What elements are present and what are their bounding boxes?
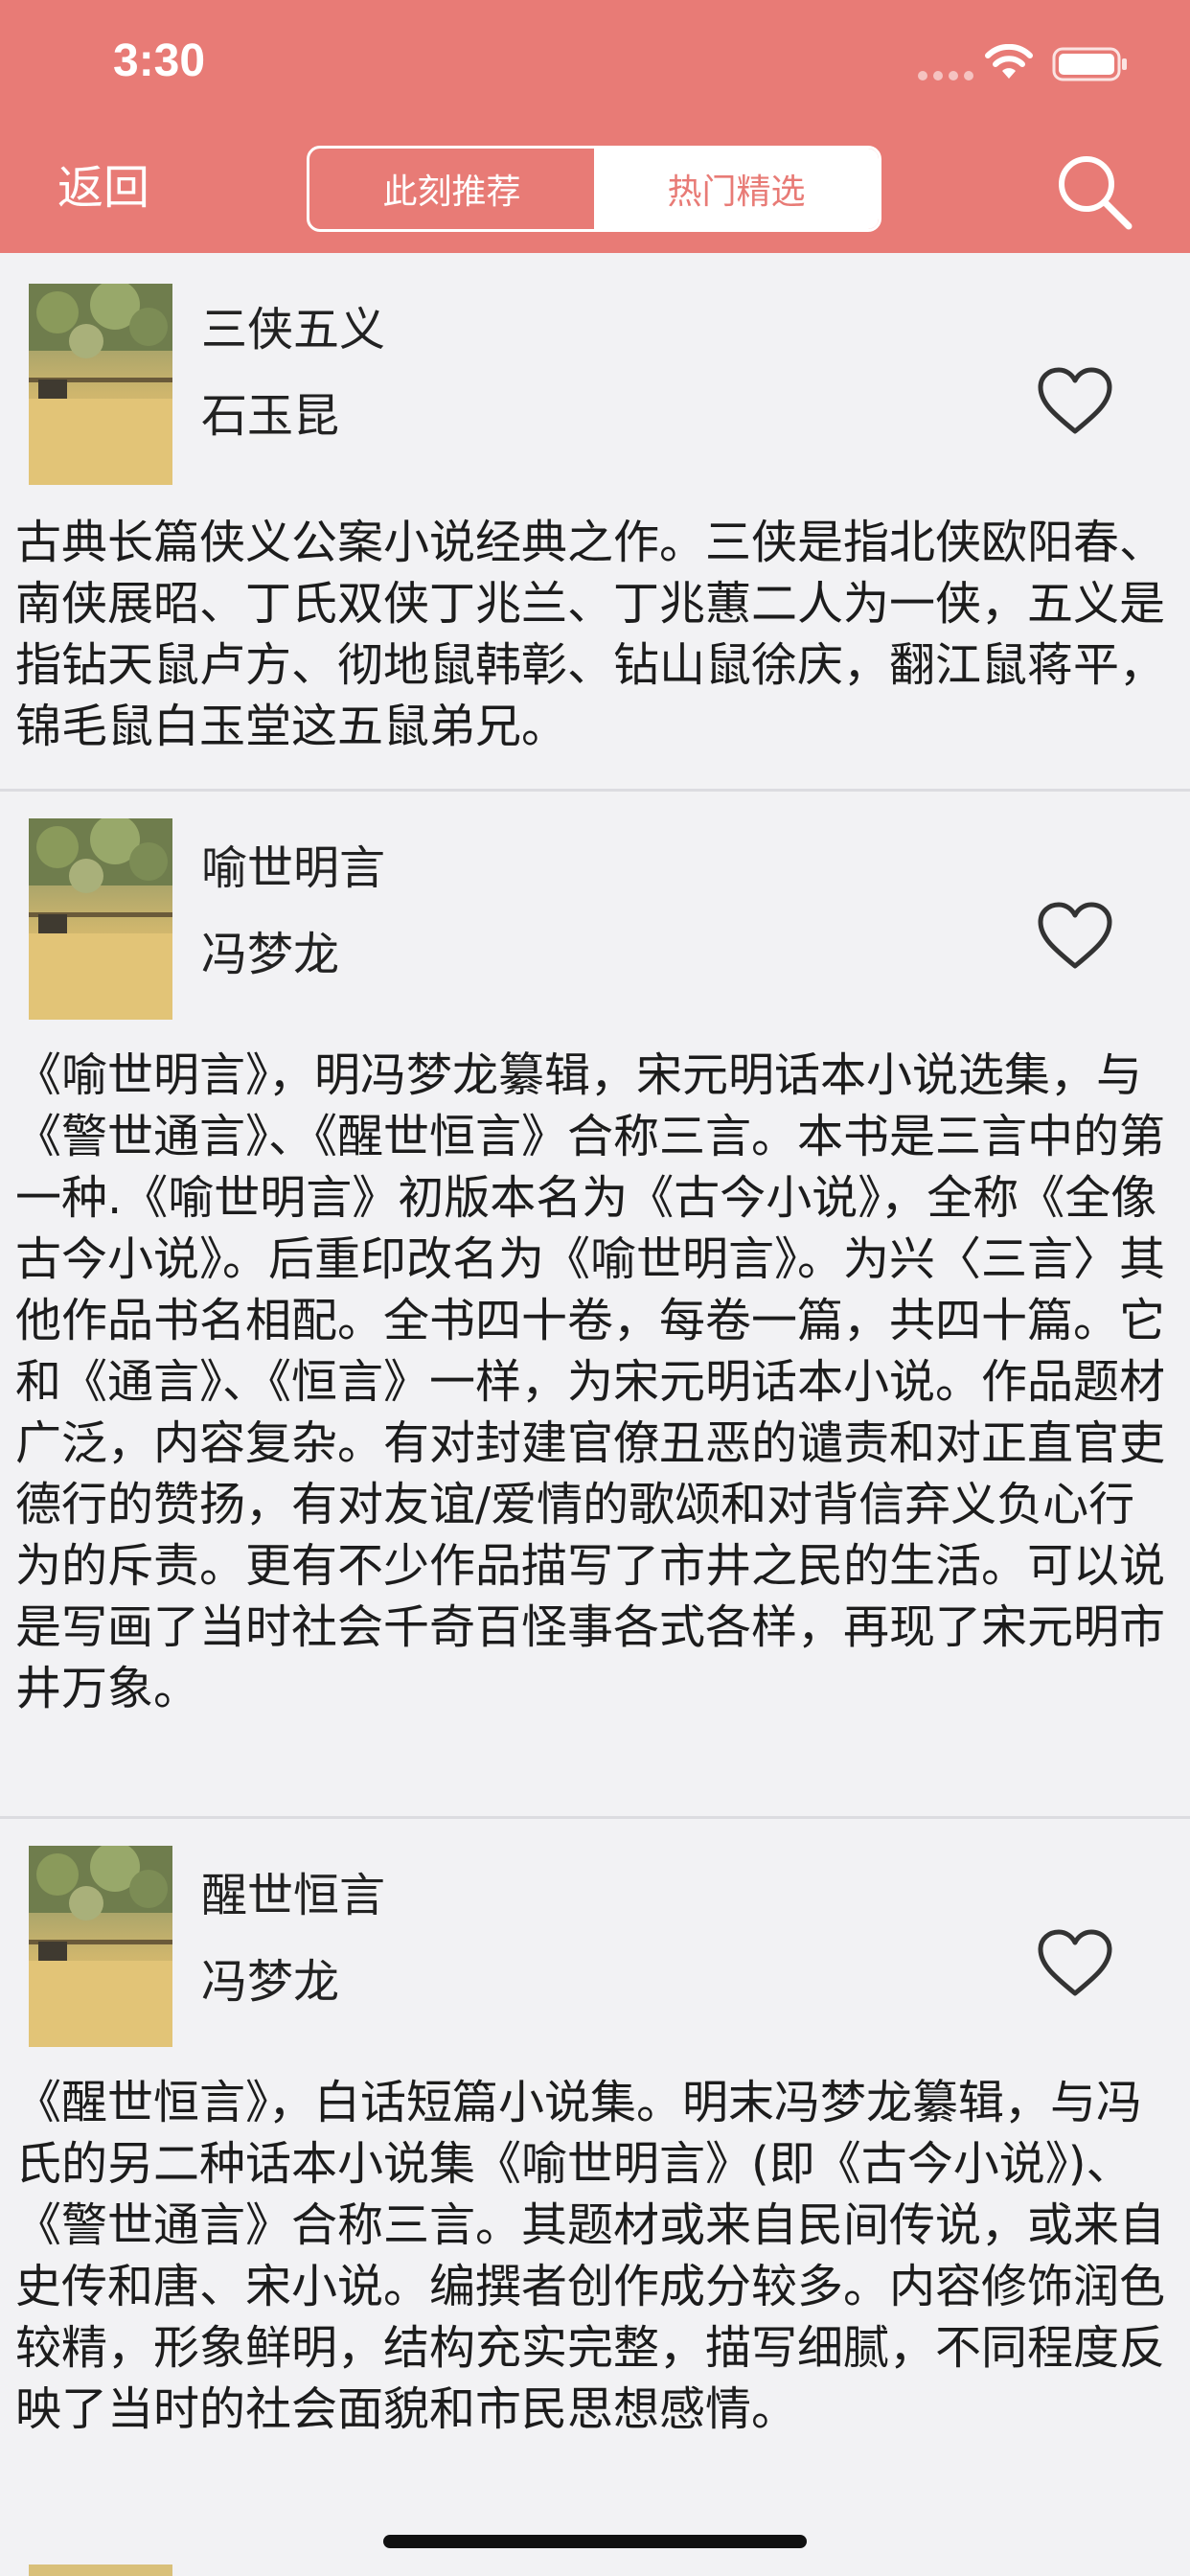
book-description: 《醒世恒言》，白话短篇小说集。明末冯梦龙纂辑，与冯氏的另二种话本小说集《喻世明言… bbox=[15, 2076, 1166, 2436]
book-card[interactable]: 三侠五义 石玉昆 古典长篇侠义公案小说经典之作。三侠是指北侠欧阳春、南侠展昭、丁… bbox=[0, 253, 1190, 792]
next-book-cover-partial bbox=[29, 2564, 172, 2576]
tab-recommend-now[interactable]: 此刻推荐 bbox=[309, 149, 594, 229]
segmented-control: 此刻推荐 热门精选 bbox=[307, 146, 881, 232]
status-time: 3:30 bbox=[113, 35, 206, 86]
cellular-signal-icon bbox=[918, 71, 973, 80]
battery-icon bbox=[1052, 47, 1127, 81]
book-cover-image bbox=[29, 1846, 172, 2047]
heart-outline-icon[interactable] bbox=[1035, 1926, 1115, 1999]
book-description: 《喻世明言》，明冯梦龙纂辑，宋元明话本小说选集，与《警世通言》、《醒世恒言》合称… bbox=[15, 1048, 1166, 1715]
home-indicator[interactable] bbox=[383, 2535, 807, 2548]
back-button[interactable]: 返回 bbox=[57, 159, 149, 217]
search-icon[interactable] bbox=[1054, 151, 1134, 232]
book-card[interactable]: 喻世明言 冯梦龙 《喻世明言》，明冯梦龙纂辑，宋元明话本小说选集，与《警世通言》… bbox=[0, 792, 1190, 1819]
tab-hot-picks[interactable]: 热门精选 bbox=[594, 149, 879, 229]
book-author: 冯梦龙 bbox=[201, 928, 340, 981]
wifi-icon bbox=[985, 44, 1033, 79]
heart-outline-icon[interactable] bbox=[1035, 364, 1115, 437]
book-author: 石玉昆 bbox=[201, 389, 340, 443]
book-cover-image bbox=[29, 818, 172, 1020]
book-title: 喻世明言 bbox=[201, 841, 386, 895]
book-card[interactable]: 醒世恒言 冯梦龙 《醒世恒言》，白话短篇小说集。明末冯梦龙纂辑，与冯氏的另二种话… bbox=[0, 1819, 1190, 2547]
book-description: 古典长篇侠义公案小说经典之作。三侠是指北侠欧阳春、南侠展昭、丁氏双侠丁兆兰、丁兆… bbox=[15, 516, 1166, 753]
book-author: 冯梦龙 bbox=[201, 1955, 340, 2009]
book-title: 醒世恒言 bbox=[201, 1869, 386, 1922]
book-cover-image bbox=[29, 284, 172, 485]
nav-header: 3:30 返回 此刻推荐 热门精选 bbox=[0, 0, 1190, 253]
book-title: 三侠五义 bbox=[201, 303, 386, 356]
heart-outline-icon[interactable] bbox=[1035, 899, 1115, 972]
